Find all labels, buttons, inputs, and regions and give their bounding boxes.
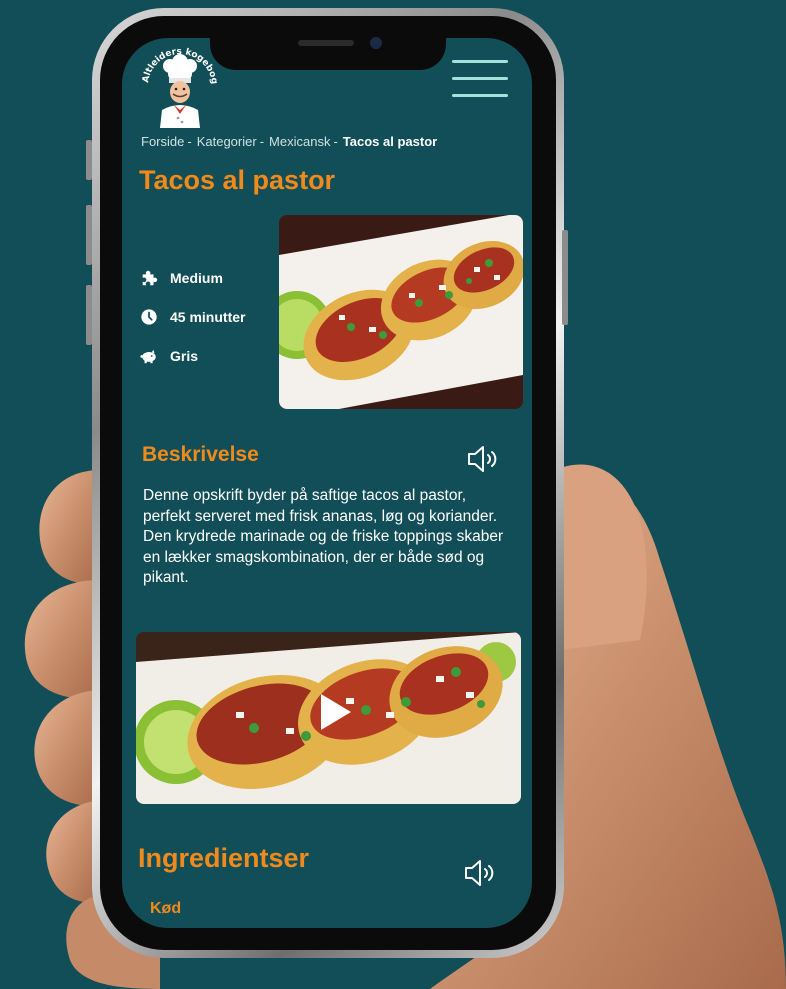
recipe-description: Denne opskrift byder på saftige tacos al… <box>143 487 504 586</box>
breadcrumb-separator: - <box>259 134 265 149</box>
breadcrumb-categories[interactable]: Kategorier <box>197 134 257 149</box>
menu-bar-middle <box>452 77 508 80</box>
speaker-icon[interactable] <box>463 858 497 888</box>
fact-meat: Gris <box>140 336 245 375</box>
fact-meat-label: Gris <box>170 347 199 364</box>
hamburger-menu-icon[interactable] <box>452 58 510 100</box>
phone-power-button <box>562 230 568 325</box>
recipe-photo <box>279 215 523 409</box>
breadcrumb-home[interactable]: Forside <box>141 134 184 149</box>
breadcrumb-current: Tacos al pastor <box>342 134 438 149</box>
speaker-icon[interactable] <box>466 444 500 474</box>
phone-notch <box>210 30 446 70</box>
menu-bar-bottom <box>452 94 508 97</box>
phone-volume-up <box>86 205 92 265</box>
recipe-facts: Medium 45 minutter Gris <box>140 258 245 375</box>
earpiece <box>298 40 354 46</box>
description-heading: Beskrivelse <box>142 443 259 466</box>
front-camera <box>370 37 382 49</box>
ingredient-group-title: Kød <box>150 900 182 917</box>
breadcrumb-mexican[interactable]: Mexicansk <box>269 134 330 149</box>
fact-difficulty-label: Medium <box>170 269 223 286</box>
recipe-video[interactable] <box>136 632 521 804</box>
clock-icon <box>141 308 157 325</box>
menu-bar-top <box>452 60 508 63</box>
play-icon[interactable] <box>319 692 353 732</box>
breadcrumb: Forside - Kategorier - Mexicansk - Tacos al pa… <box>141 134 437 149</box>
puzzle-icon <box>142 270 158 285</box>
fact-time: 45 minutter <box>140 297 245 336</box>
phone-silent-switch <box>86 140 92 180</box>
phone-volume-down <box>86 285 92 345</box>
app-screen: Altleiders kogebog Forside - Kategorier - Me… <box>122 38 532 928</box>
recipe-title: Tacos al pastor <box>139 165 336 195</box>
fact-difficulty: Medium <box>140 258 245 297</box>
ingredients-heading: Ingredientser <box>138 843 310 873</box>
chef-logo[interactable]: Altleiders kogebog <box>138 44 222 128</box>
breadcrumb-separator: - <box>333 134 338 149</box>
piggy-icon <box>140 349 156 363</box>
breadcrumb-separator: - <box>187 134 192 149</box>
fact-time-label: 45 minutter <box>170 308 246 325</box>
